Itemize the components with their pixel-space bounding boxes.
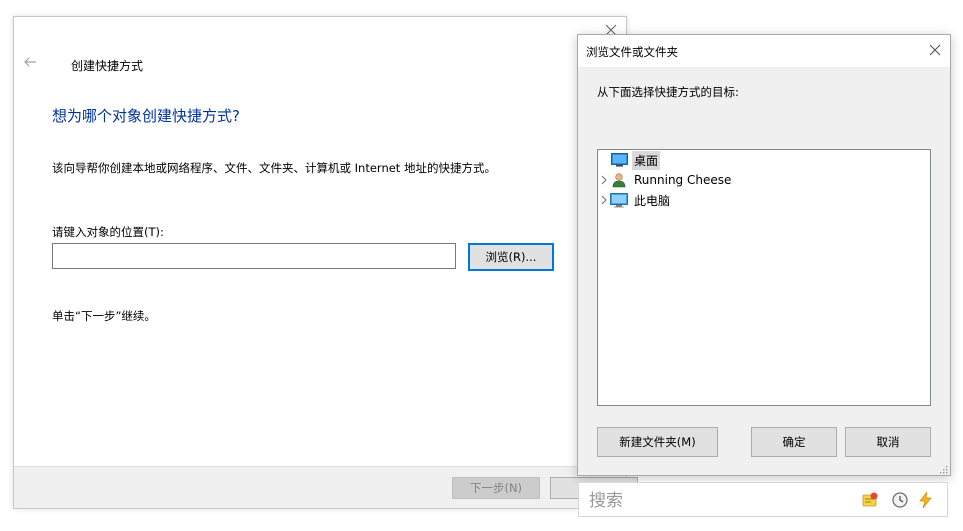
tree-item-label: 桌面	[632, 150, 661, 170]
back-arrow-icon[interactable]	[22, 55, 38, 69]
continue-hint: 单击“下一步”继续。	[52, 309, 156, 323]
cancel-button[interactable]: 取消	[845, 427, 931, 457]
computer-icon	[610, 192, 628, 208]
next-button[interactable]: 下一步(N)	[452, 477, 540, 499]
search-input[interactable]	[587, 486, 851, 515]
close-icon[interactable]	[928, 43, 942, 57]
wizard-heading: 想为哪个对象创建快捷方式?	[52, 107, 240, 125]
sticky-note-icon[interactable]	[861, 491, 879, 509]
tree-item-user[interactable]: Running Cheese	[598, 170, 733, 190]
wizard-description: 该向导帮你创建本地或网络程序、文件、文件夹、计算机或 Internet 地址的快…	[52, 161, 496, 175]
browse-button[interactable]: 浏览(R)...	[468, 243, 554, 271]
wizard-title: 创建快捷方式	[71, 59, 144, 73]
browse-folder-dialog: 浏览文件或文件夹 从下面选择快捷方式的目标: 桌面 Running Cheese…	[577, 34, 951, 476]
wizard-footer: 下一步(N) 取消	[14, 466, 638, 508]
desktop-icon	[610, 152, 628, 168]
location-label: 请键入对象的位置(T):	[52, 225, 164, 239]
clock-icon[interactable]	[891, 491, 909, 509]
user-icon	[610, 172, 628, 188]
chevron-right-icon[interactable]	[598, 190, 610, 210]
tree-item-this-pc[interactable]: 此电脑	[598, 190, 672, 210]
location-input[interactable]	[52, 243, 456, 269]
tree-item-label: Running Cheese	[634, 173, 732, 187]
create-shortcut-wizard: 创建快捷方式 想为哪个对象创建快捷方式? 该向导帮你创建本地或网络程序、文件、文…	[13, 16, 638, 509]
tree-item-desktop[interactable]: 桌面	[598, 150, 661, 170]
tree-item-label: 此电脑	[634, 193, 671, 208]
dialog-instruction: 从下面选择快捷方式的目标:	[597, 85, 739, 99]
dialog-title: 浏览文件或文件夹	[586, 45, 678, 59]
resize-grip-icon[interactable]	[938, 463, 948, 474]
chevron-right-icon[interactable]	[598, 170, 610, 190]
folder-tree[interactable]: 桌面 Running Cheese 此电脑	[597, 149, 931, 406]
new-folder-button[interactable]: 新建文件夹(M)	[597, 427, 718, 457]
search-bar	[578, 482, 948, 517]
dialog-titlebar: 浏览文件或文件夹	[578, 35, 950, 67]
ok-button[interactable]: 确定	[751, 427, 837, 457]
lightning-icon[interactable]	[917, 491, 935, 509]
